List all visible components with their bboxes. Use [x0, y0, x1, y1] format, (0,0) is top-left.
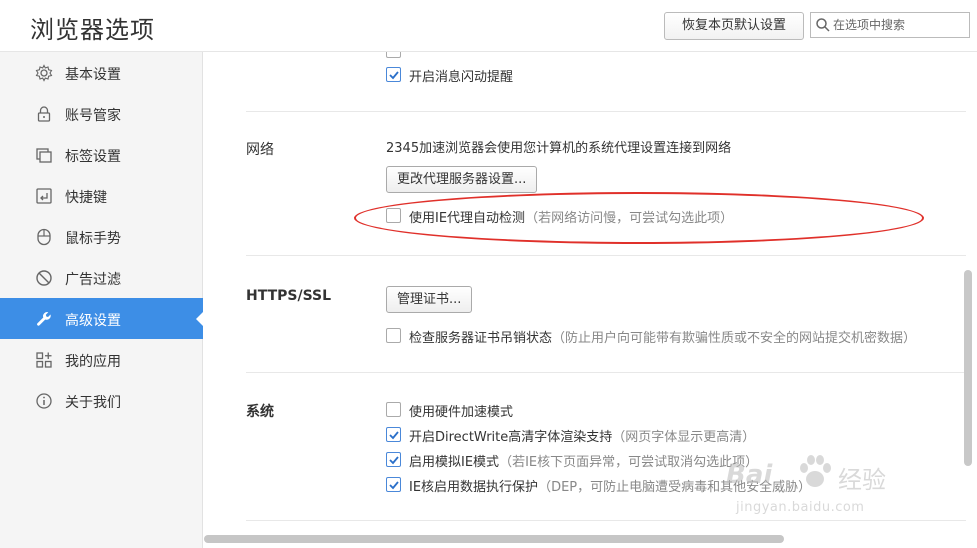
hw-accel-checkbox[interactable] [386, 402, 401, 417]
cert-revocation-label: 检查服务器证书吊销状态（防止用户向可能带有欺骗性质或不安全的网站提交机密数据） [409, 327, 916, 346]
sidebar-item-account-manager[interactable]: 账号管家 [0, 93, 203, 134]
keyboard-icon [36, 188, 52, 204]
ie-proxy-label-text: 使用IE代理自动检测 [409, 211, 526, 226]
sidebar-item-label: 标签设置 [65, 149, 121, 165]
wrench-icon [37, 312, 51, 326]
search-input[interactable] [833, 16, 965, 34]
sidebar-item-label: 高级设置 [65, 313, 121, 329]
network-description: 2345加速浏览器会使用您计算机的系统代理设置连接到网络 [386, 141, 732, 156]
check-icon [389, 71, 399, 80]
tabs-icon [36, 148, 52, 163]
cert-revocation-label-text: 检查服务器证书吊销状态 [409, 331, 553, 346]
check-icon [389, 481, 399, 490]
restore-defaults-button[interactable]: 恢复本页默认设置 [664, 12, 804, 40]
block-icon [36, 270, 52, 286]
settings-content: 开启消息闪动提醒 网络 2345加速浏览器会使用您计算机的系统代理设置连接到网络… [204, 52, 977, 548]
search-box[interactable] [810, 12, 970, 38]
sidebar-item-tab-settings[interactable]: 标签设置 [0, 134, 203, 175]
ie-mode-label: 启用模拟IE模式（若IE核下页面异常，可尝试取消勾选此项） [409, 451, 758, 470]
ie-mode-hint: （若IE核下页面异常，可尝试取消勾选此项） [499, 455, 759, 470]
ie-proxy-hint: （若网络访问慢，可尝试勾选此项） [525, 211, 734, 226]
cert-revocation-checkbox[interactable] [386, 328, 401, 343]
flash-reminder-checkbox[interactable] [386, 67, 401, 82]
check-icon [389, 456, 399, 465]
info-icon [36, 393, 52, 409]
apps-icon [36, 352, 52, 368]
flash-reminder-label: 开启消息闪动提醒 [409, 70, 514, 85]
header-bar: 浏览器选项 恢复本页默认设置 [0, 0, 977, 52]
https-section-title: HTTPS/SSL [246, 288, 332, 304]
sidebar: 基本设置 账号管家 标签设置 快捷键 鼠标手势 广告过滤 高级设置 我的应用 关… [0, 52, 204, 548]
sidebar-item-label: 我的应用 [65, 354, 121, 370]
sidebar-item-basic-settings[interactable]: 基本设置 [0, 52, 203, 93]
directwrite-hint: （网页字体显示更高清） [612, 430, 756, 445]
check-icon [389, 431, 399, 440]
ie-mode-checkbox[interactable] [386, 452, 401, 467]
lock-icon [37, 106, 51, 122]
sidebar-item-mouse-gestures[interactable]: 鼠标手势 [0, 216, 203, 257]
sidebar-item-ad-filter[interactable]: 广告过滤 [0, 257, 203, 298]
manage-certificates-button[interactable]: 管理证书... [386, 286, 473, 313]
network-section-title: 网络 [246, 142, 274, 158]
checkbox[interactable] [386, 52, 401, 58]
section-divider [246, 255, 966, 256]
horizontal-scrollbar[interactable] [204, 535, 784, 543]
search-icon [816, 18, 830, 32]
sidebar-item-label: 广告过滤 [65, 272, 121, 288]
directwrite-label-text: 开启DirectWrite高清字体渲染支持 [409, 430, 613, 445]
sidebar-item-advanced-settings[interactable]: 高级设置 [0, 298, 204, 339]
sidebar-item-label: 基本设置 [65, 67, 121, 83]
dep-checkbox[interactable] [386, 477, 401, 492]
hw-accel-label: 使用硬件加速模式 [409, 405, 514, 420]
sidebar-item-label: 关于我们 [65, 395, 121, 411]
dep-label: IE核启用数据执行保护（DEP，可防止电脑遭受病毒和其他安全威胁） [409, 476, 811, 495]
section-divider [246, 520, 966, 521]
ie-mode-label-text: 启用模拟IE模式 [409, 455, 500, 470]
gear-icon [35, 64, 53, 82]
ie-proxy-checkbox[interactable] [386, 208, 401, 223]
page-title: 浏览器选项 [30, 16, 155, 44]
cert-revocation-hint: （防止用户向可能带有欺骗性质或不安全的网站提交机密数据） [552, 331, 917, 346]
sidebar-item-shortcuts[interactable]: 快捷键 [0, 175, 203, 216]
sidebar-item-my-apps[interactable]: 我的应用 [0, 339, 203, 380]
change-proxy-button[interactable]: 更改代理服务器设置... [386, 166, 538, 193]
directwrite-label: 开启DirectWrite高清字体渲染支持（网页字体显示更高清） [409, 426, 755, 445]
section-divider [246, 111, 966, 112]
dep-label-text: IE核启用数据执行保护 [409, 480, 539, 495]
vertical-scrollbar[interactable] [964, 270, 972, 466]
sidebar-item-label: 账号管家 [65, 108, 121, 124]
dep-hint: （DEP，可防止电脑遭受病毒和其他安全威胁） [538, 480, 812, 495]
directwrite-checkbox[interactable] [386, 427, 401, 442]
sidebar-item-about-us[interactable]: 关于我们 [0, 380, 203, 421]
mouse-icon [37, 228, 51, 246]
sidebar-item-label: 鼠标手势 [65, 231, 121, 247]
section-divider [246, 372, 966, 373]
sidebar-item-label: 快捷键 [65, 190, 107, 206]
ie-proxy-label: 使用IE代理自动检测（若网络访问慢，可尝试勾选此项） [409, 207, 733, 226]
system-section-title: 系统 [246, 404, 274, 420]
